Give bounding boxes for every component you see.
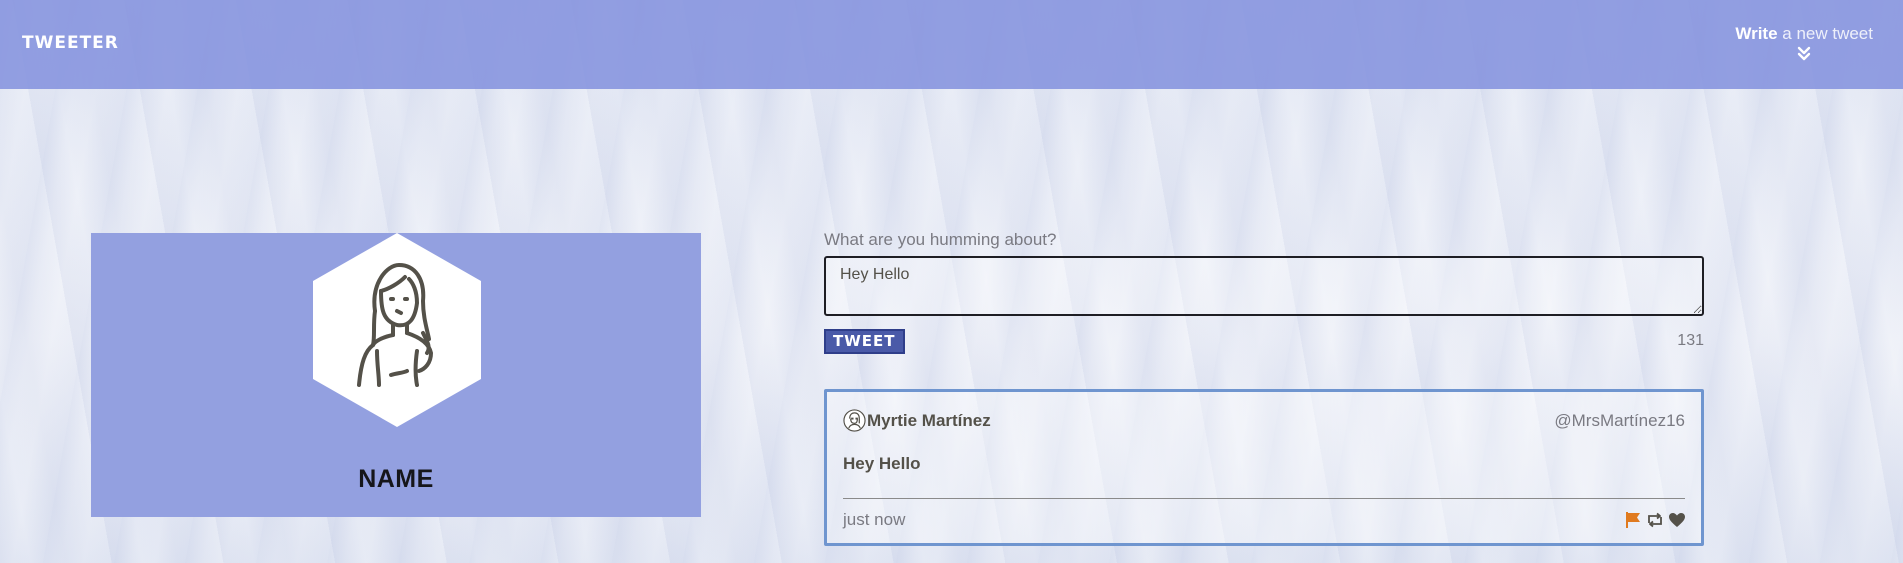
compose-form: What are you humming about? TWEET 131 [824, 230, 1704, 359]
double-chevron-down-icon [1797, 46, 1811, 61]
write-label-rest: a new tweet [1777, 24, 1873, 43]
write-new-tweet-toggle[interactable]: Write a new tweet [1735, 24, 1873, 62]
tweet-button[interactable]: TWEET [824, 329, 905, 354]
profile-card: NAME [91, 233, 701, 517]
tweet-header: Myrtie Martínez @MrsMartínez16 [843, 408, 1685, 434]
user-avatar-icon [313, 233, 481, 427]
profile-name: NAME [358, 465, 434, 493]
flag-icon[interactable] [1623, 510, 1643, 530]
tweet-card: Myrtie Martínez @MrsMartínez16 Hey Hello… [824, 389, 1704, 546]
character-counter: 131 [1677, 332, 1704, 349]
heart-icon[interactable] [1667, 510, 1687, 530]
write-label-strong: Write [1735, 24, 1778, 43]
retweet-icon[interactable] [1645, 510, 1665, 530]
tweet-timestamp: just now [843, 510, 906, 529]
tweet-input[interactable] [824, 256, 1704, 316]
compose-label: What are you humming about? [824, 230, 1057, 249]
brand-logo[interactable]: TWEETER [22, 33, 119, 53]
tweet-user-handle: @MrsMartínez16 [1554, 411, 1685, 430]
top-navbar: TWEETER Write a new tweet [0, 0, 1903, 89]
user-avatar-icon [843, 409, 866, 432]
tweet-text: Hey Hello [843, 454, 921, 473]
tweet-user-name: Myrtie Martínez [867, 411, 991, 430]
tweet-actions [1623, 510, 1687, 530]
tweet-divider [843, 498, 1685, 499]
compose-actions-row: TWEET 131 [824, 329, 1704, 359]
